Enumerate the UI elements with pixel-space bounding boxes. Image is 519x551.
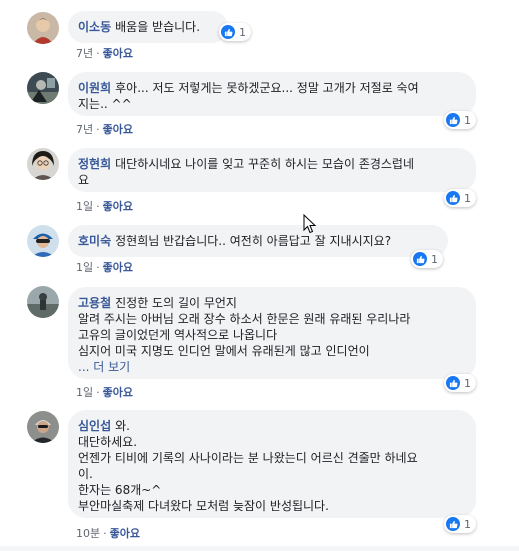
comment-bubble: 이소동 배움을 받습니다. [68,11,228,43]
comment-time[interactable]: 1일 [76,261,93,274]
avatar[interactable] [27,72,59,104]
comment-time[interactable]: 7년 [76,47,93,60]
like-icon [221,25,235,39]
like-button[interactable]: 좋아요 [103,47,133,60]
comment-author[interactable]: 정현희 [78,157,111,171]
like-icon [446,376,460,390]
separator-dot: · [96,47,100,60]
separator-dot: · [96,261,100,274]
comment-author[interactable]: 호미숙 [78,234,111,248]
reaction-count[interactable]: 1 [444,374,476,392]
comment-text: 배움을 받습니다. [115,20,201,34]
reaction-count-value: 1 [464,376,471,390]
comment-bubble: 정현희 대단하시네요 나이를 잊고 꾸준히 하시는 모습이 존경스럽네 요 [68,148,476,192]
comment-author[interactable]: 이소동 [78,20,111,34]
reaction-count[interactable]: 1 [444,111,476,129]
comment-text: 후아... 저도 저렇게는 못하겠군요... 정말 고개가 저절로 숙여 지는.… [78,81,419,111]
reaction-count[interactable]: 1 [444,189,476,207]
comment-bubble: 심인섭 와. 대단하세요. 언젠가 티비에 기록의 사나이라는 분 나왔는디 어르… [68,410,476,518]
like-button[interactable]: 좋아요 [103,200,133,213]
comment-meta: 10분 · 좋아요 [76,525,140,541]
reaction-count-value: 1 [464,191,471,205]
comment-time[interactable]: 7년 [76,123,93,136]
comment-meta: 1일 · 좋아요 [76,384,133,400]
like-button[interactable]: 좋아요 [110,527,140,540]
comment-time[interactable]: 1일 [76,386,93,399]
reaction-count-value: 1 [431,252,438,266]
separator-dot: · [96,200,100,213]
like-icon [413,252,427,266]
separator-dot: · [96,123,100,136]
comment-author[interactable]: 심인섭 [78,419,111,433]
comment-meta: 7년 · 좋아요 [76,45,133,61]
avatar[interactable] [27,286,59,318]
reaction-count[interactable]: 1 [444,515,476,533]
like-button[interactable]: 좋아요 [103,261,133,274]
comment-meta: 7년 · 좋아요 [76,121,133,137]
like-icon [446,517,460,531]
comment-text: 진정한 도의 길이 무언지 알려 주시는 아버님 오래 장수 하소서 한문은 원… [78,296,411,358]
avatar[interactable] [27,411,59,443]
comment-text: 대단하시네요 나이를 잊고 꾸준히 하시는 모습이 존경스럽네 요 [78,157,415,187]
like-button[interactable]: 좋아요 [103,386,133,399]
comment-bubble: 이원희 후아... 저도 저렇게는 못하겠군요... 정말 고개가 저절로 숙여 … [68,72,476,116]
comment-text: 와. 대단하세요. 언젠가 티비에 기록의 사나이라는 분 나왔는디 어르신 견… [78,419,418,513]
comment-text: 정현희님 반갑습니다.. 여전히 아름답고 잘 지내시지요? [115,234,392,248]
comments-feed: 이소동 배움을 받습니다. 1 7년 · 좋아요 이원희 후아... 저도 저렇게는 못… [0,0,519,551]
avatar[interactable] [27,12,59,44]
mouse-cursor-icon [303,213,317,238]
comment-time[interactable]: 1일 [76,200,93,213]
reaction-count-value: 1 [464,517,471,531]
avatar[interactable] [27,148,59,180]
comment-time[interactable]: 10분 [76,527,100,540]
reaction-count-value: 1 [464,113,471,127]
reaction-count[interactable]: 1 [411,250,443,268]
comment-bubble: 호미숙 정현희님 반갑습니다.. 여전히 아름답고 잘 지내시지요? [68,225,448,257]
like-icon [446,113,460,127]
comment-meta: 1일 · 좋아요 [76,198,133,214]
comment-meta: 1일 · 좋아요 [76,259,133,275]
like-icon [446,191,460,205]
reaction-count[interactable]: 1 [219,23,251,41]
separator-dot: · [96,386,100,399]
comment-author[interactable]: 고용철 [78,296,111,310]
see-more-link[interactable]: ... 더 보기 [78,359,466,375]
like-button[interactable]: 좋아요 [103,123,133,136]
reaction-count-value: 1 [239,25,246,39]
comment-author[interactable]: 이원희 [78,81,111,95]
comment-bubble: 고용철 진정한 도의 길이 무언지 알려 주시는 아버님 오래 장수 하소서 한문… [68,287,476,379]
footer-divider [0,546,519,551]
avatar[interactable] [27,225,59,257]
separator-dot: · [103,527,107,540]
